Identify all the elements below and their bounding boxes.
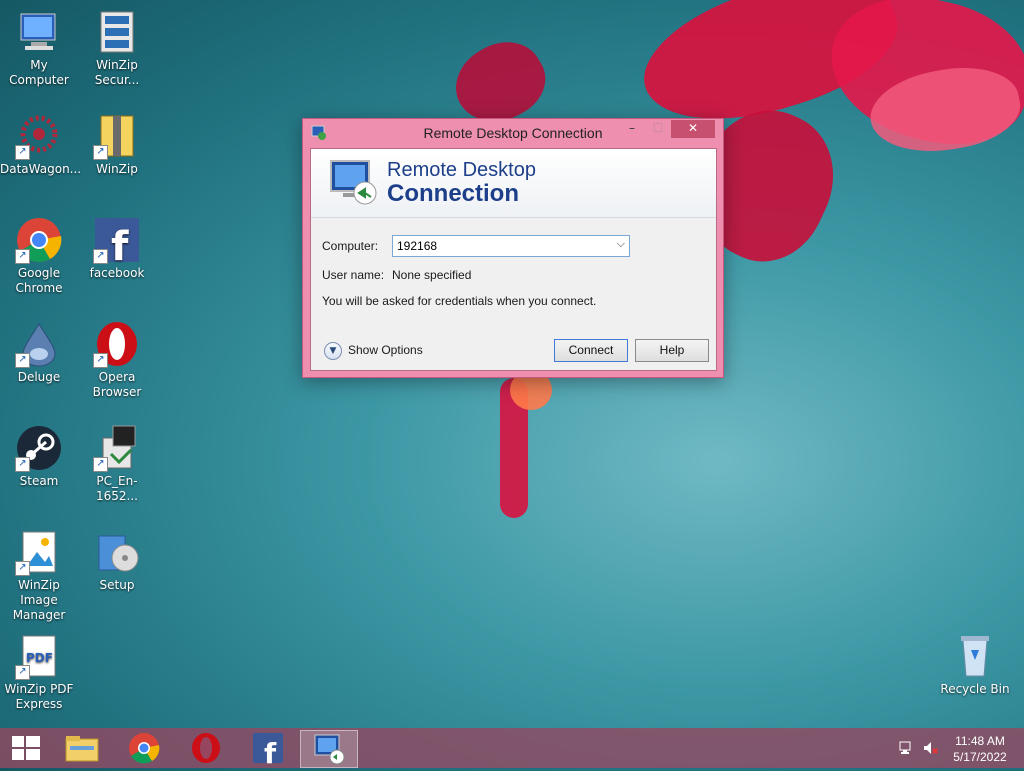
- desktop-icon-facebook[interactable]: f ↗ facebook: [78, 216, 156, 281]
- desktop-icon-label: Google Chrome: [15, 266, 63, 295]
- taskbar-facebook[interactable]: f: [240, 730, 296, 770]
- start-button[interactable]: [0, 730, 56, 766]
- volume-muted-icon[interactable]: [922, 740, 938, 756]
- desktop-icon-label: Deluge: [17, 370, 61, 384]
- desktop-icon-label: WinZip Image Manager: [12, 578, 66, 622]
- clock[interactable]: 11:48 AM 5/17/2022: [944, 732, 1016, 766]
- desktop-icon-label: WinZip: [96, 162, 138, 176]
- svg-text:f: f: [111, 224, 129, 264]
- banner-title-line1: Remote Desktop: [387, 159, 536, 181]
- folder-icon: [65, 736, 99, 762]
- desktop-icon-google-chrome[interactable]: ↗ Google Chrome: [0, 216, 78, 296]
- maximize-button[interactable]: ☐: [645, 120, 671, 138]
- desktop-icon-label: facebook: [89, 266, 145, 280]
- connect-button[interactable]: Connect: [554, 339, 628, 362]
- desktop-icon-steam[interactable]: ↗ Steam: [0, 424, 78, 489]
- desktop-icon-recycle-bin[interactable]: Recycle Bin: [936, 632, 1014, 697]
- network-icon[interactable]: [898, 740, 914, 756]
- computer-label: Computer:: [322, 239, 379, 253]
- username-value: None specified: [392, 268, 472, 282]
- facebook-icon: f ↗: [93, 216, 141, 270]
- steam-icon: ↗: [15, 424, 63, 472]
- datawagon-icon: ↗: [15, 112, 63, 160]
- svg-text:PDF: PDF: [26, 651, 53, 665]
- desktop-icon-winzip-image-manager[interactable]: ↗ WinZip Image Manager: [0, 528, 78, 623]
- desktop-icon-label: WinZip Secur...: [94, 58, 140, 87]
- shortcut-arrow-icon: ↗: [15, 353, 30, 368]
- desktop-icon-winzip-pdf[interactable]: PDF ↗ WinZip PDF Express: [0, 632, 78, 712]
- taskbar-chrome[interactable]: [116, 730, 172, 766]
- chevron-down-icon[interactable]: ⌵: [617, 238, 625, 251]
- dialog-client-area: Remote Desktop Connection Computer: 1921…: [310, 148, 717, 371]
- credentials-info-text: You will be asked for credentials when y…: [322, 294, 597, 308]
- username-label: User name:: [322, 268, 385, 282]
- opera-icon: ↗: [93, 320, 141, 368]
- chrome-icon: [129, 733, 160, 764]
- taskbar: f 11:48 AM 5/17/2022: [0, 728, 1024, 770]
- opera-icon: [192, 733, 220, 763]
- facebook-icon: f: [253, 733, 283, 770]
- pdf-icon: PDF ↗: [15, 632, 63, 680]
- taskbar-opera[interactable]: [178, 730, 234, 766]
- windows-logo-icon: [12, 736, 40, 760]
- desktop-icon-label: Steam: [19, 474, 59, 488]
- desktop-icon-label: Setup: [99, 578, 135, 592]
- shortcut-arrow-icon: ↗: [15, 665, 30, 680]
- recycle-bin-icon: [951, 632, 999, 680]
- desktop-icon-label: Opera Browser: [92, 370, 142, 399]
- dialog-titlebar[interactable]: Remote Desktop Connection – ☐ ✕: [303, 119, 723, 147]
- desktop-icon-deluge[interactable]: ↗ Deluge: [0, 320, 78, 385]
- chrome-icon: ↗: [15, 216, 63, 264]
- clock-time: 11:48 AM: [955, 734, 1005, 748]
- deluge-icon: ↗: [15, 320, 63, 368]
- shortcut-arrow-icon: ↗: [93, 457, 108, 472]
- banner-title-line2: Connection: [387, 180, 519, 207]
- remote-desktop-dialog: Remote Desktop Connection – ☐ ✕ Remote D…: [302, 118, 724, 378]
- desktop-icon-opera[interactable]: ↗ Opera Browser: [78, 320, 156, 400]
- shortcut-arrow-icon: ↗: [15, 145, 30, 160]
- clock-date: 5/17/2022: [953, 750, 1007, 764]
- desktop-icon-winzip[interactable]: ↗ WinZip: [78, 112, 156, 177]
- winzip-secure-icon: [93, 8, 141, 56]
- expand-chevron-icon: ▼: [324, 342, 342, 360]
- shortcut-arrow-icon: ↗: [15, 457, 30, 472]
- setup-icon: [93, 528, 141, 576]
- desktop-icon-label: My Computer: [9, 58, 69, 87]
- minimize-button[interactable]: –: [619, 120, 645, 138]
- shortcut-arrow-icon: ↗: [93, 353, 108, 368]
- winzip-icon: ↗: [93, 112, 141, 160]
- svg-text:f: f: [264, 737, 277, 766]
- computer-combobox[interactable]: 192168 ⌵: [392, 235, 630, 257]
- taskbar-file-explorer[interactable]: [54, 730, 110, 766]
- help-button[interactable]: Help: [635, 339, 709, 362]
- shortcut-arrow-icon: ↗: [15, 249, 30, 264]
- desktop-icon-setup[interactable]: Setup: [78, 528, 156, 593]
- desktop-icon-my-computer[interactable]: My Computer: [0, 8, 78, 88]
- desktop-icon-winzip-secure[interactable]: WinZip Secur...: [78, 8, 156, 88]
- show-options-toggle[interactable]: ▼ Show Options: [324, 341, 424, 361]
- show-options-label: Show Options: [348, 343, 423, 357]
- remote-desktop-monitor-icon: [329, 157, 379, 207]
- remote-desktop-icon: [314, 734, 345, 765]
- installer-icon: ↗: [93, 424, 141, 472]
- desktop-icon-label: WinZip PDF Express: [4, 682, 74, 711]
- taskbar-remote-desktop[interactable]: [300, 730, 358, 768]
- close-button[interactable]: ✕: [671, 120, 715, 138]
- winzip-image-icon: ↗: [15, 528, 63, 576]
- shortcut-arrow-icon: ↗: [93, 145, 108, 160]
- dialog-banner: Remote Desktop Connection: [311, 149, 716, 218]
- computer-icon: [15, 8, 63, 56]
- desktop-icon-label: DataWagon...: [0, 162, 82, 176]
- shortcut-arrow-icon: ↗: [93, 249, 108, 264]
- desktop-icon-datawagon[interactable]: ↗ DataWagon...: [0, 112, 82, 177]
- shortcut-arrow-icon: ↗: [15, 561, 30, 576]
- desktop-icon-label: PC_En-1652...: [96, 474, 138, 503]
- desktop-icon-pc-en[interactable]: ↗ PC_En-1652...: [78, 424, 156, 504]
- computer-input[interactable]: 192168: [397, 239, 437, 253]
- desktop-icon-label: Recycle Bin: [940, 682, 1010, 696]
